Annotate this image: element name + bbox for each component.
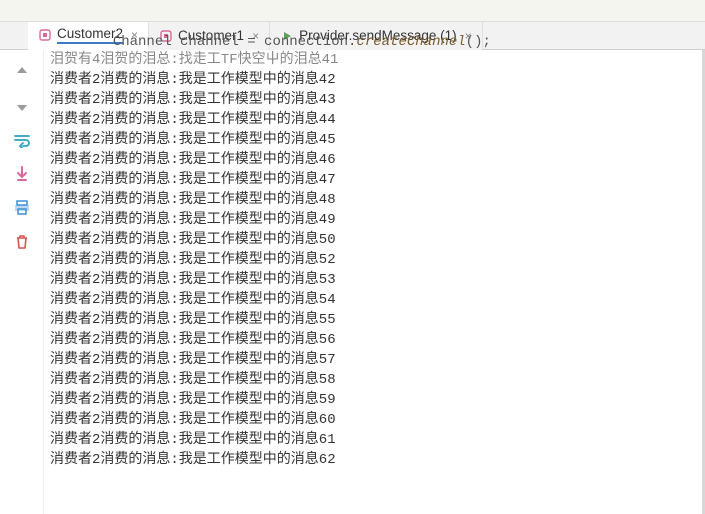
code-text-prefix: Channel channel = connection. xyxy=(113,34,357,50)
console-line: 消费者2消费的消息:我是工作模型中的消息60 xyxy=(50,410,696,430)
console-line: 消费者2消费的消息:我是工作模型中的消息50 xyxy=(50,230,696,250)
console-line: 消费者2消费的消息:我是工作模型中的消息53 xyxy=(50,270,696,290)
console-line: 消费者2消费的消息:我是工作模型中的消息57 xyxy=(50,350,696,370)
console-line: 泪贺有4泪贺的泪总:找走工TF快空屮的泪总41 xyxy=(50,50,696,70)
editor-highlight-bar xyxy=(0,0,611,21)
run-icon xyxy=(38,28,52,42)
console-line: 消费者2消费的消息:我是工作模型中的消息62 xyxy=(50,450,696,470)
trash-icon[interactable] xyxy=(12,232,32,252)
console-line: 消费者2消费的消息:我是工作模型中的消息59 xyxy=(50,390,696,410)
console-line: 消费者2消费的消息:我是工作模型中的消息49 xyxy=(50,210,696,230)
run-panel: 泪贺有4泪贺的泪总:找走工TF快空屮的泪总41消费者2消费的消息:我是工作模型中… xyxy=(0,50,705,514)
code-text-suffix: (); xyxy=(466,34,491,50)
console-toolbar xyxy=(0,50,44,514)
wrap-icon[interactable] xyxy=(12,130,32,150)
print-icon[interactable] xyxy=(12,198,32,218)
console-line: 消费者2消费的消息:我是工作模型中的消息52 xyxy=(50,250,696,270)
console-line: 消费者2消费的消息:我是工作模型中的消息61 xyxy=(50,430,696,450)
console-line: 消费者2消费的消息:我是工作模型中的消息55 xyxy=(50,310,696,330)
console-line: 消费者2消费的消息:我是工作模型中的消息46 xyxy=(50,150,696,170)
console-line: 消费者2消费的消息:我是工作模型中的消息48 xyxy=(50,190,696,210)
console-line: 消费者2消费的消息:我是工作模型中的消息45 xyxy=(50,130,696,150)
console-line: 消费者2消费的消息:我是工作模型中的消息44 xyxy=(50,110,696,130)
editor-code-line: Channel channel = connection.createChann… xyxy=(0,0,705,22)
arrow-down-icon[interactable] xyxy=(12,96,32,116)
console-line: 消费者2消费的消息:我是工作模型中的消息58 xyxy=(50,370,696,390)
console-line: 消费者2消费的消息:我是工作模型中的消息54 xyxy=(50,290,696,310)
arrow-up-icon[interactable] xyxy=(12,62,32,82)
console-line: 消费者2消费的消息:我是工作模型中的消息43 xyxy=(50,90,696,110)
console-line: 消费者2消费的消息:我是工作模型中的消息47 xyxy=(50,170,696,190)
scroll-end-icon[interactable] xyxy=(12,164,32,184)
code-method: createChannel xyxy=(356,34,465,50)
console-output[interactable]: 泪贺有4泪贺的泪总:找走工TF快空屮的泪总41消费者2消费的消息:我是工作模型中… xyxy=(44,50,702,514)
console-line: 消费者2消费的消息:我是工作模型中的消息56 xyxy=(50,330,696,350)
console-line: 消费者2消费的消息:我是工作模型中的消息42 xyxy=(50,70,696,90)
